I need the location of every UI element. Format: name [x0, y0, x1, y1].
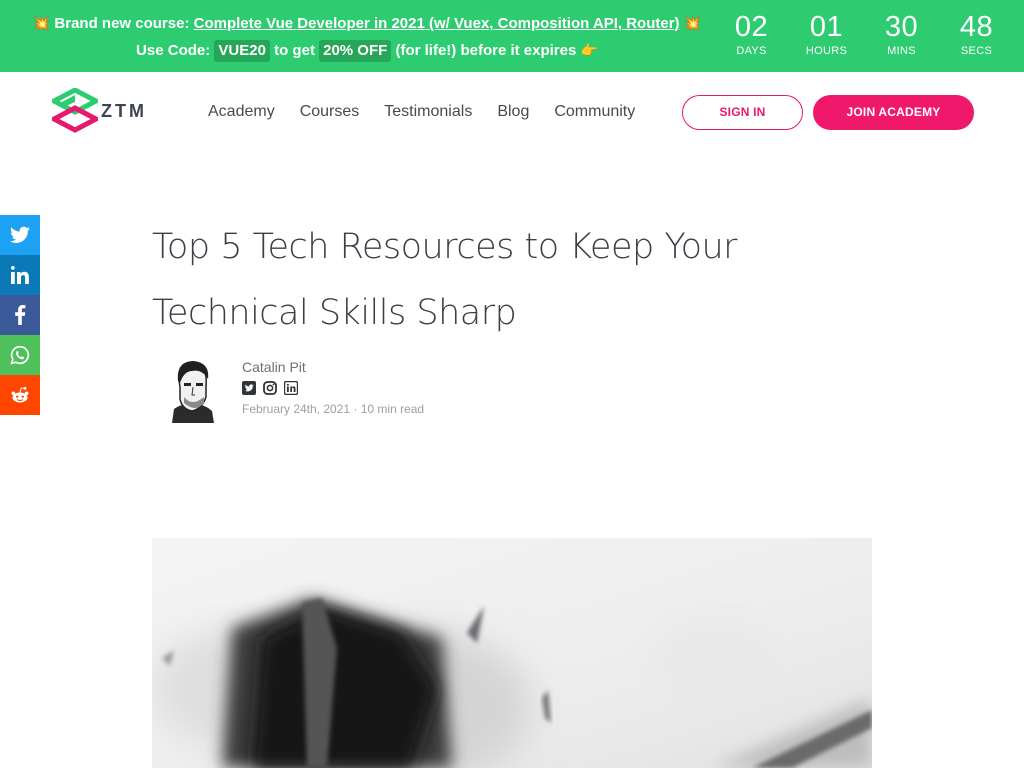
pointing-hand-icon: 👉 [580, 42, 598, 58]
share-reddit-button[interactable] [0, 375, 40, 415]
collision-icon: 💥 [32, 15, 51, 31]
ztm-logo-mark-icon [52, 88, 98, 133]
countdown-value: 02 [734, 11, 769, 43]
nav-testimonials[interactable]: Testimonials [384, 100, 472, 124]
countdown-value: 48 [959, 11, 994, 43]
author-name[interactable]: Catalin Pit [242, 358, 306, 376]
countdown-days: 02 DAYS [714, 10, 789, 66]
promo-discount: 20% OFF [319, 40, 392, 62]
article-hero-image [152, 538, 872, 768]
countdown-value: 30 [884, 11, 919, 43]
countdown-timer: 02 DAYS 01 HOURS 30 MINS 48 SECS [714, 10, 1014, 66]
article-meta: February 24th, 2021 · 10 min read [242, 402, 425, 416]
author-instagram-link[interactable] [263, 380, 277, 395]
ztm-logo[interactable]: ZTM [52, 88, 152, 134]
linkedin-icon [11, 266, 29, 284]
hero-photo [152, 538, 872, 768]
sign-in-button[interactable]: SIGN IN [682, 95, 803, 130]
twitter-icon [242, 381, 256, 395]
facebook-icon [15, 305, 26, 325]
instagram-icon [263, 381, 277, 395]
nav-community[interactable]: Community [554, 100, 635, 124]
collision-icon: 💥 [683, 15, 702, 31]
share-whatsapp-button[interactable] [0, 335, 40, 375]
nav-courses[interactable]: Courses [300, 100, 360, 124]
promo-banner: 💥 Brand new course: Complete Vue Develop… [0, 0, 1024, 72]
countdown-label: HOURS [805, 45, 848, 57]
linkedin-icon [283, 380, 299, 396]
promo-text: 💥 Brand new course: Complete Vue Develop… [28, 10, 706, 64]
promo-prefix: Brand new course: [54, 15, 190, 32]
countdown-label: MINS [887, 45, 916, 57]
countdown-value: 01 [809, 11, 844, 43]
author-socials [242, 380, 305, 396]
author-linkedin-link[interactable] [283, 380, 299, 396]
author-avatar-illustration [172, 361, 214, 423]
promo-code: VUE20 [214, 40, 270, 62]
join-academy-button[interactable]: JOIN ACADEMY [813, 95, 974, 130]
promo-suffix: (for life!) before it expires [395, 42, 577, 59]
countdown-hours: 01 HOURS [789, 10, 864, 66]
author-avatar[interactable] [162, 357, 222, 425]
countdown-label: SECS [960, 45, 993, 57]
logo-text: ZTM [101, 100, 147, 121]
site-header: ZTM Academy Courses Testimonials Blog Co… [0, 72, 1024, 152]
share-sidebar [0, 215, 40, 415]
promo-code-prefix: Use Code: [136, 42, 211, 59]
nav-academy[interactable]: Academy [208, 100, 275, 124]
promo-to-get: to get [274, 42, 315, 59]
reddit-icon [11, 386, 29, 403]
share-facebook-button[interactable] [0, 295, 40, 335]
main-nav: Academy Courses Testimonials Blog Commun… [208, 100, 660, 124]
share-linkedin-button[interactable] [0, 255, 40, 295]
whatsapp-icon [10, 345, 30, 365]
twitter-icon [10, 226, 30, 243]
article-title: Top 5 Tech Resources to Keep Your Techni… [152, 227, 738, 333]
promo-course-link[interactable]: Complete Vue Developer in 2021 (w/ Vuex,… [194, 15, 680, 32]
countdown-secs: 48 SECS [939, 10, 1014, 66]
countdown-mins: 30 MINS [864, 10, 939, 66]
share-twitter-button[interactable] [0, 215, 40, 255]
countdown-label: DAYS [736, 45, 767, 57]
nav-blog[interactable]: Blog [497, 100, 529, 124]
author-twitter-link[interactable] [242, 380, 256, 395]
